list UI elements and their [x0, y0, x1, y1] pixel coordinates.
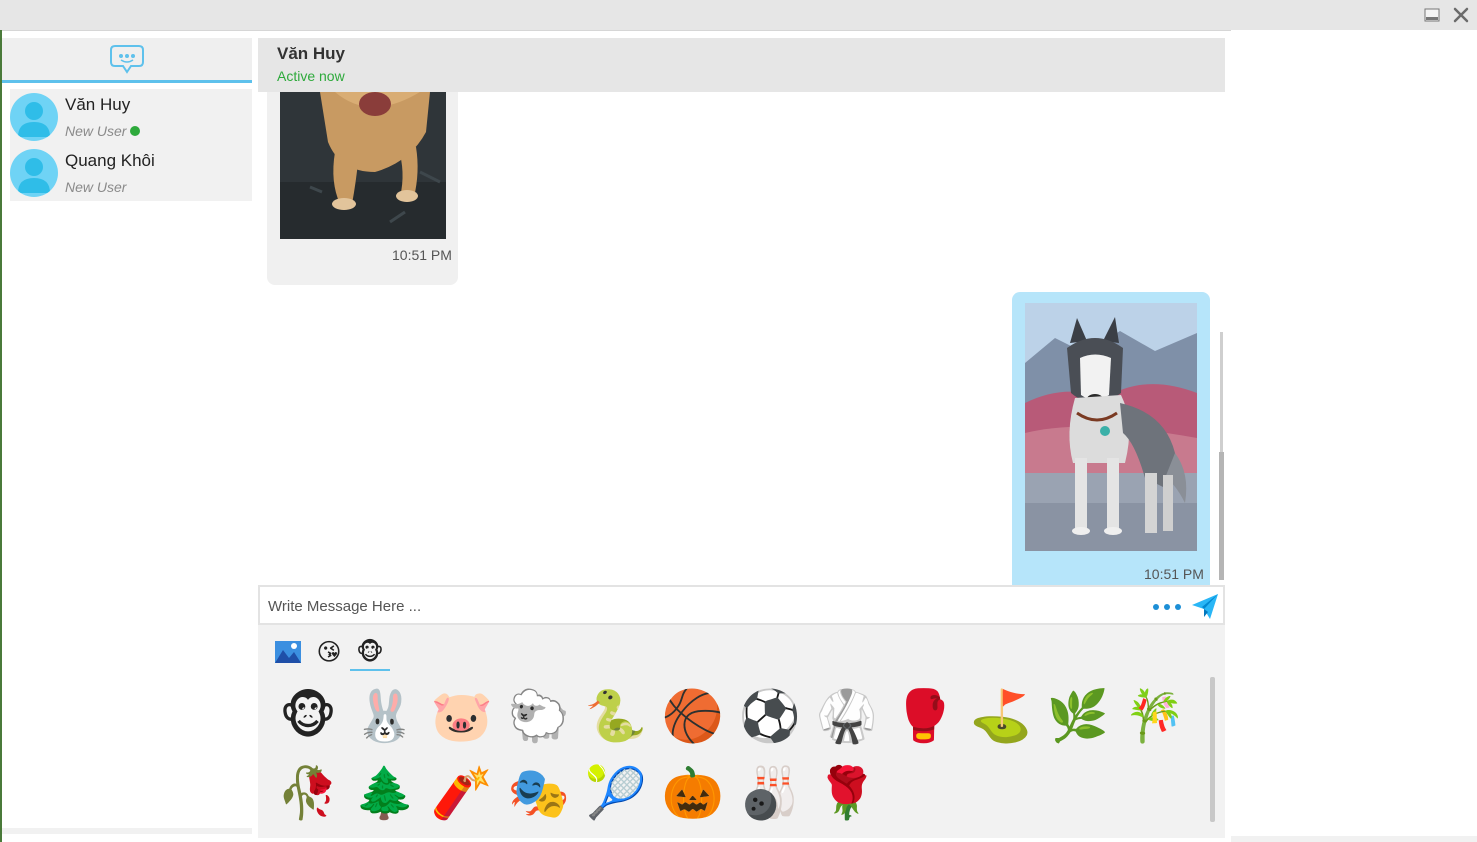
- message-input[interactable]: [266, 593, 1140, 619]
- chat-contact-name: Văn Huy: [277, 44, 346, 63]
- emoji-panel: 😘 🐵 🐵 🐰 🐷 🐑 🐍 🏀 ⚽ 🥋 🥊 ⛳ 🌿 🎋 🥀 🌲 🧨 🎭 🎾 🎃 🎳 🌹: [258, 625, 1225, 838]
- emoji-item[interactable]: 🌲: [352, 760, 418, 826]
- sidebar: Văn Huy New User Quang Khôi New User: [2, 38, 252, 834]
- emoji-item[interactable]: 🌿: [1045, 683, 1111, 749]
- title-bar: [0, 0, 1477, 31]
- outgoing-message[interactable]: 10:51 PM: [1012, 292, 1210, 585]
- message-time: 10:51 PM: [1144, 566, 1204, 582]
- contact-name: Quang Khôi: [65, 151, 155, 170]
- message-list[interactable]: 10:51 PM 10:51 PM: [258, 92, 1225, 585]
- incoming-message[interactable]: 10:51 PM: [267, 92, 458, 285]
- dog-photo[interactable]: [280, 92, 446, 239]
- send-icon[interactable]: [1190, 591, 1220, 621]
- bottom-bar: [1231, 836, 1477, 842]
- emoji-item[interactable]: 🐍: [583, 683, 649, 749]
- composer: [258, 585, 1225, 625]
- emoji-item[interactable]: 🎾: [583, 760, 649, 826]
- right-panel: [1231, 30, 1477, 842]
- emoji-item[interactable]: 🥀: [275, 760, 341, 826]
- avatar: [10, 93, 58, 141]
- emoji-item[interactable]: 🐷: [429, 683, 495, 749]
- emoji-scrollbar[interactable]: [1210, 677, 1215, 822]
- emoji-item[interactable]: 🧨: [429, 760, 495, 826]
- emoji-item[interactable]: 🥊: [891, 683, 957, 749]
- emoji-item[interactable]: 🏀: [660, 683, 726, 749]
- user-avatar-icon: [18, 102, 50, 137]
- emoji-item[interactable]: 🥋: [814, 683, 880, 749]
- contact-list: Văn Huy New User Quang Khôi New User: [10, 89, 252, 201]
- emoji-item[interactable]: 🎭: [506, 760, 572, 826]
- chat-status: Active now: [277, 68, 345, 84]
- emoji-item[interactable]: 🎃: [660, 760, 726, 826]
- message-scrollbar-thumb[interactable]: [1219, 452, 1224, 580]
- emoji-item[interactable]: 🐰: [352, 683, 418, 749]
- emoji-item[interactable]: 🎳: [737, 760, 803, 826]
- emoji-item[interactable]: 🐑: [506, 683, 572, 749]
- more-dots-icon[interactable]: [1152, 603, 1182, 611]
- image-tab[interactable]: [272, 637, 304, 667]
- contact-subtitle-text: New User: [65, 123, 127, 139]
- contact-subtitle: New User: [65, 123, 141, 139]
- contact-name: Văn Huy: [65, 95, 131, 114]
- contact-item-quang-khoi[interactable]: Quang Khôi New User: [10, 145, 252, 201]
- emoji-item[interactable]: ⚽: [737, 683, 803, 749]
- contact-subtitle: New User: [65, 179, 127, 195]
- chat-header: Văn Huy Active now: [258, 38, 1225, 92]
- close-icon[interactable]: [1452, 6, 1470, 24]
- online-status-dot: [130, 126, 141, 136]
- emoji-item[interactable]: 🐵: [275, 683, 341, 749]
- sidebar-header: [2, 38, 252, 83]
- face-tab[interactable]: 😘: [313, 637, 345, 667]
- chat-bubble-logo-icon[interactable]: [109, 42, 145, 76]
- user-avatar-icon: [18, 158, 50, 193]
- minimize-icon[interactable]: [1423, 6, 1441, 24]
- emoji-item[interactable]: 🎋: [1122, 683, 1188, 749]
- landscape-image-icon: [275, 641, 301, 663]
- message-time: 10:51 PM: [392, 247, 452, 263]
- sidebar-footer: [2, 828, 252, 834]
- animal-tab[interactable]: 🐵: [354, 637, 386, 667]
- husky-photo[interactable]: [1025, 303, 1197, 551]
- emoji-item[interactable]: ⛳: [968, 683, 1034, 749]
- active-tab-indicator: [350, 669, 390, 671]
- contact-item-van-huy[interactable]: Văn Huy New User: [10, 89, 252, 145]
- emoji-item[interactable]: 🌹: [814, 760, 880, 826]
- avatar: [10, 149, 58, 197]
